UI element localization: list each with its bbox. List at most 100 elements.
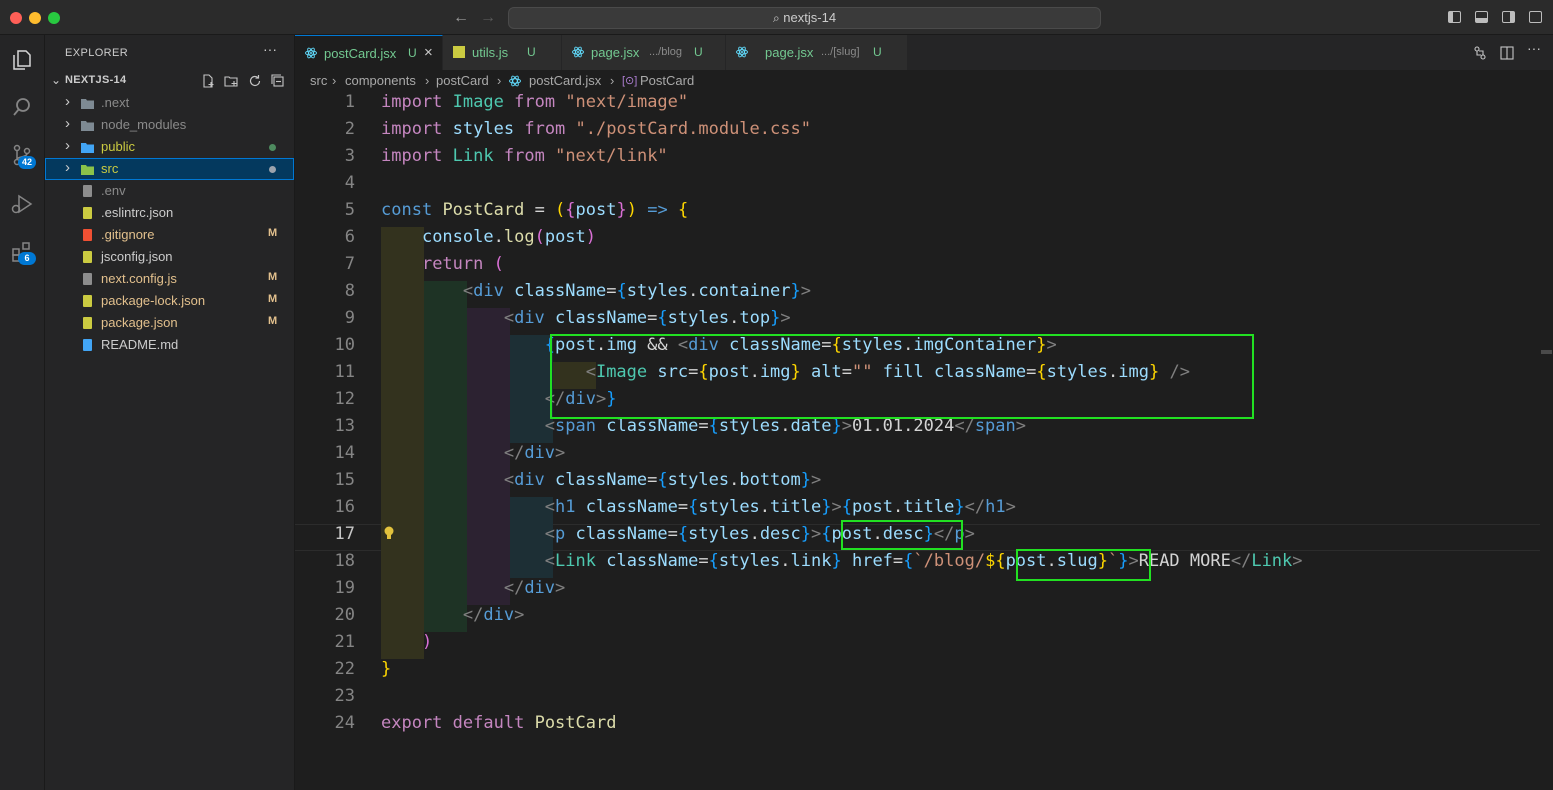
back-arrow-icon[interactable]: ← (453, 9, 469, 27)
run-and-debug-icon[interactable] (10, 192, 34, 216)
line-number: 1 (344, 92, 355, 112)
toggle-primary-sidebar-icon[interactable] (1448, 11, 1461, 23)
project-section-header[interactable]: ⌄ NEXTJS-14 (45, 71, 294, 93)
files-icon[interactable] (10, 48, 34, 72)
line-number: 23 (334, 686, 355, 706)
tree-folder[interactable]: › public (45, 136, 294, 158)
line-number: 8 (344, 281, 355, 301)
toggle-secondary-sidebar-icon[interactable] (1502, 11, 1515, 23)
explorer-sidebar: EXPLORER ··· ⌄ NEXTJS-14 › .next › node_mod… (45, 35, 295, 790)
breadcrumb-separator: › (332, 73, 337, 88)
tree-file[interactable]: .eslintrc.json (45, 202, 294, 224)
tab-git-status: U (873, 45, 882, 59)
tree-item-label: public (101, 139, 135, 154)
toggle-panel-icon[interactable] (1475, 11, 1488, 23)
tree-file[interactable]: .env (45, 180, 294, 202)
chevron-right-icon: › (65, 159, 70, 176)
tree-item-label: README.md (101, 337, 179, 352)
line-number: 19 (334, 578, 355, 598)
tab-utils-js[interactable]: utils.js U (443, 35, 562, 70)
compare-changes-icon[interactable] (1473, 46, 1487, 60)
refresh-icon[interactable] (248, 74, 262, 88)
file-icon (83, 185, 92, 197)
tree-file[interactable]: .gitignore M (45, 224, 294, 246)
activity-bar: 42 6 (0, 35, 45, 790)
tab-label: utils.js (472, 45, 509, 60)
tab-description: .../[slug] (821, 46, 860, 58)
file-icon (83, 229, 92, 241)
tree-file[interactable]: jsconfig.json (45, 246, 294, 268)
forward-arrow-icon[interactable]: → (480, 9, 496, 27)
explorer-title: EXPLORER (65, 47, 129, 59)
explorer-more-actions[interactable]: ··· (263, 41, 277, 57)
tree-folder[interactable]: › src (45, 158, 294, 180)
close-window-button[interactable] (10, 12, 22, 24)
folder-icon (81, 165, 94, 175)
git-status-badge: M (268, 315, 278, 327)
tree-file[interactable]: package.json M (45, 312, 294, 334)
git-status-badge: M (268, 227, 278, 239)
split-editor-icon[interactable] (1500, 46, 1514, 60)
tab-label: postCard.jsx (324, 46, 397, 61)
line-number: 21 (334, 632, 355, 652)
tab-page-jsx-blog[interactable]: page.jsx .../blog U (562, 35, 726, 70)
code-line: import styles from "./postCard.module.cs… (381, 119, 811, 139)
line-number: 9 (344, 308, 355, 328)
code-line: console.log(post) (421, 227, 597, 247)
source-control-badge: 42 (18, 156, 36, 169)
symbol-icon: [⊙] (622, 75, 638, 87)
git-status-dot (269, 166, 276, 173)
react-file-icon (509, 75, 521, 87)
code-line: <span className={styles.date}>01.01.2024… (544, 416, 1027, 436)
command-center-search[interactable]: ⌕ nextjs-14 (508, 7, 1101, 29)
code-line: } (381, 659, 392, 679)
tab-page-jsx-slug[interactable]: page.jsx .../[slug] U (726, 35, 908, 70)
javascript-file-icon (453, 46, 465, 58)
tab-description: .../blog (649, 46, 683, 58)
customize-layout-icon[interactable] (1529, 11, 1542, 23)
editor-tabs: postCard.jsx U × utils.js U page.jsx ...… (295, 35, 1553, 70)
code-line: import Link from "next/link" (381, 146, 668, 166)
scrollbar-thumb[interactable] (1541, 350, 1552, 354)
breadcrumb-item[interactable]: postCard (436, 73, 489, 88)
code-editor[interactable]: 1 2 3 4 5 6 7 8 9 10 11 12 13 14 15 16 17 18 19 20 21 22 23 24 … (295, 92, 1553, 790)
more-actions-icon[interactable]: ··· (1527, 40, 1541, 56)
code-line: const PostCard = ({post}) => { (381, 200, 689, 220)
tree-item-label: src (101, 161, 119, 176)
line-number: 12 (334, 389, 355, 409)
tab-git-status: U (694, 45, 703, 59)
new-file-icon[interactable] (201, 74, 215, 88)
collapse-all-icon[interactable] (271, 74, 285, 88)
tree-folder[interactable]: › .next (45, 92, 294, 114)
tree-file[interactable]: next.config.js M (45, 268, 294, 290)
tree-file[interactable]: README.md (45, 334, 294, 356)
tab-label: page.jsx (591, 45, 640, 60)
tree-item-label: .next (101, 95, 130, 110)
annotation-box-image-block (550, 334, 1254, 419)
maximize-window-button[interactable] (48, 12, 60, 24)
breadcrumb-item[interactable]: PostCard (640, 73, 694, 88)
line-number: 11 (334, 362, 355, 382)
code-line: <div className={styles.container}> (462, 281, 812, 301)
close-icon[interactable]: × (424, 44, 433, 61)
code-line: </div> (462, 605, 525, 625)
tree-folder[interactable]: › node_modules (45, 114, 294, 136)
window-title: nextjs-14 (783, 10, 837, 25)
git-status-badge: M (268, 271, 278, 283)
line-number: 17 (334, 524, 355, 544)
breadcrumb-item[interactable]: postCard.jsx (529, 73, 601, 88)
new-folder-icon[interactable] (224, 74, 238, 88)
search-icon[interactable] (10, 95, 34, 119)
breadcrumb-item[interactable]: src (310, 73, 327, 88)
minimize-window-button[interactable] (29, 12, 41, 24)
tree-item-label: package.json (101, 315, 178, 330)
react-file-icon (305, 47, 317, 59)
tab-label: page.jsx (765, 45, 814, 60)
tree-file[interactable]: package-lock.json M (45, 290, 294, 312)
code-line: <div className={styles.top}> (503, 308, 791, 328)
annotation-box-post-slug (1016, 549, 1151, 581)
code-line: </div> (503, 443, 566, 463)
code-line: import Image from "next/image" (381, 92, 689, 112)
tab-postcard-jsx[interactable]: postCard.jsx U × (295, 35, 443, 70)
breadcrumb-item[interactable]: components (345, 73, 416, 88)
